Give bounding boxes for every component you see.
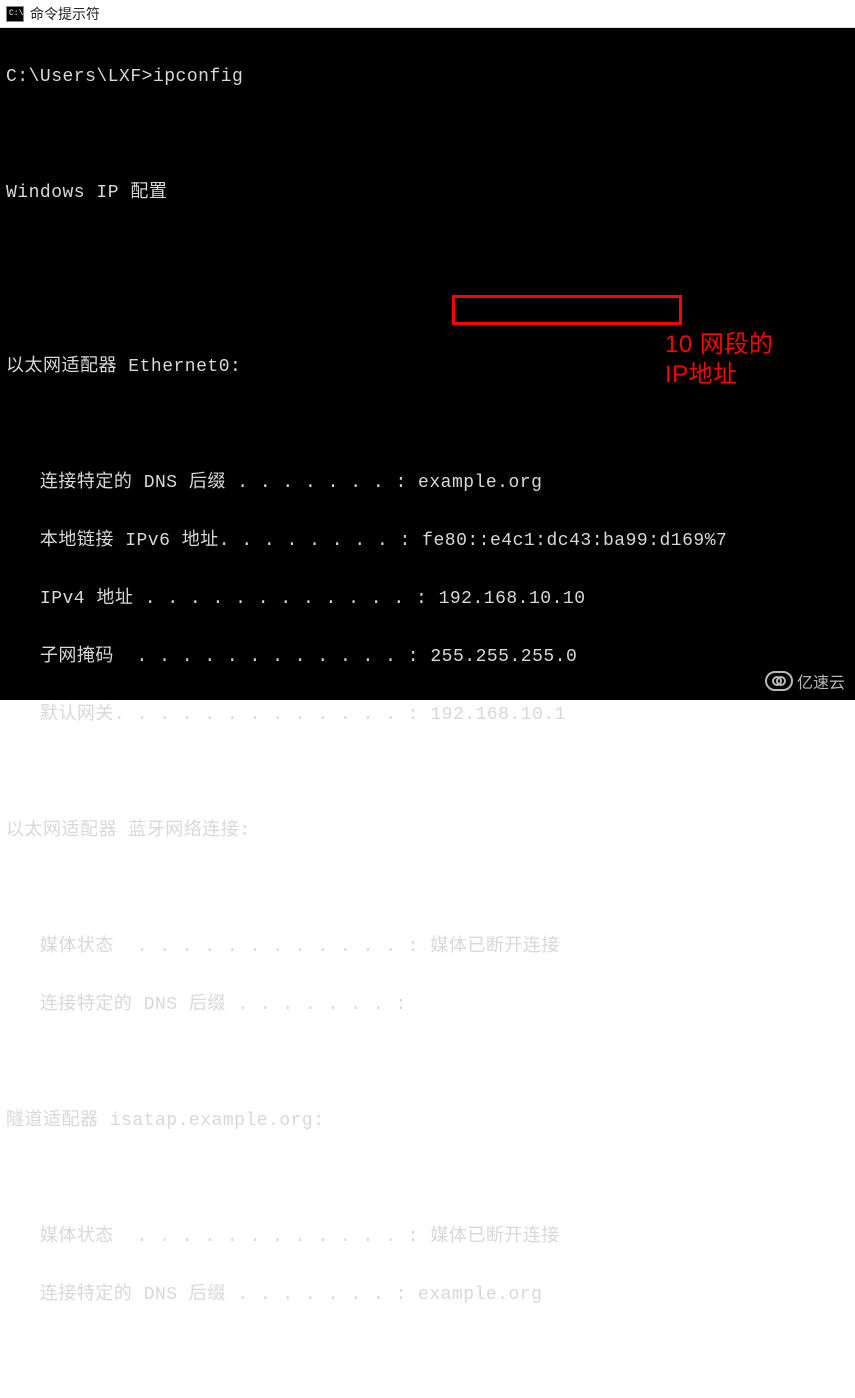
row-label: 默认网关. . . . . . . . . . . . . :	[6, 705, 419, 725]
adapter-1-row-0: 媒体状态 . . . . . . . . . . . . : 媒体已断开连接	[6, 933, 849, 962]
row-label: 媒体状态 . . . . . . . . . . . . :	[6, 1227, 419, 1247]
prompt-line: C:\Users\LXF>ipconfig	[6, 63, 849, 92]
row-value: 255.255.255.0	[419, 647, 577, 667]
row-value: 媒体已断开连接	[419, 937, 560, 957]
row-label: 连接特定的 DNS 后缀 . . . . . . . :	[6, 995, 407, 1015]
row-value: 媒体已断开连接	[419, 1227, 560, 1247]
adapter-0-row-0: 连接特定的 DNS 后缀 . . . . . . . : example.org	[6, 469, 849, 498]
adapter-2-row-0: 媒体状态 . . . . . . . . . . . . : 媒体已断开连接	[6, 1223, 849, 1252]
watermark-text: 亿速云	[797, 669, 845, 693]
row-value: fe80::e4c1:dc43:ba99:d169%7	[411, 531, 727, 551]
row-label: 本地链接 IPv6 地址. . . . . . . . :	[6, 531, 411, 551]
blank-line	[6, 121, 849, 150]
adapter-2-row-1: 连接特定的 DNS 后缀 . . . . . . . : example.org	[6, 1281, 849, 1310]
blank-line	[6, 237, 849, 266]
row-label: 连接特定的 DNS 后缀 . . . . . . . :	[6, 473, 407, 493]
terminal-body[interactable]: C:\Users\LXF>ipconfig Windows IP 配置 以太网适…	[0, 28, 855, 700]
row-value: 192.168.10.1	[419, 705, 566, 725]
row-label: 媒体状态 . . . . . . . . . . . . :	[6, 937, 419, 957]
cmd-icon: C:\.	[6, 6, 24, 22]
adapter-0-row-3: 子网掩码 . . . . . . . . . . . . : 255.255.2…	[6, 643, 849, 672]
adapter-1-row-1: 连接特定的 DNS 后缀 . . . . . . . :	[6, 991, 849, 1020]
window-title: 命令提示符	[30, 4, 100, 24]
row-label: 连接特定的 DNS 后缀 . . . . . . . :	[6, 1285, 407, 1305]
typed-command: ipconfig	[153, 67, 243, 87]
blank-line	[6, 875, 849, 904]
cmd-icon-text: C:\.	[9, 10, 28, 18]
blank-line	[6, 1049, 849, 1078]
adapter-0-row-4: 默认网关. . . . . . . . . . . . . : 192.168.…	[6, 701, 849, 730]
watermark-logo-icon	[765, 671, 793, 691]
adapter-0-row-2: IPv4 地址 . . . . . . . . . . . . : 192.16…	[6, 585, 849, 614]
blank-line	[6, 411, 849, 440]
adapter-1-title: 以太网适配器 蓝牙网络连接:	[6, 817, 849, 846]
adapter-0-row-1: 本地链接 IPv6 地址. . . . . . . . : fe80::e4c1…	[6, 527, 849, 556]
adapter-2-title: 隧道适配器 isatap.example.org:	[6, 1107, 849, 1136]
blank-line	[6, 295, 849, 324]
row-value: example.org	[407, 473, 543, 493]
adapter-0-title: 以太网适配器 Ethernet0:	[6, 353, 849, 382]
ip-config-header: Windows IP 配置	[6, 179, 849, 208]
window-titlebar[interactable]: C:\. 命令提示符	[0, 0, 855, 28]
watermark: 亿速云	[765, 669, 845, 693]
blank-line	[6, 1165, 849, 1194]
row-value-ipv4: 192.168.10.10	[427, 589, 585, 609]
row-label: 子网掩码 . . . . . . . . . . . . :	[6, 647, 419, 667]
prompt-path: C:\Users\LXF>	[6, 67, 153, 87]
row-value: example.org	[407, 1285, 543, 1305]
row-label: IPv4 地址 . . . . . . . . . . . . :	[6, 589, 427, 609]
blank-line	[6, 759, 849, 788]
